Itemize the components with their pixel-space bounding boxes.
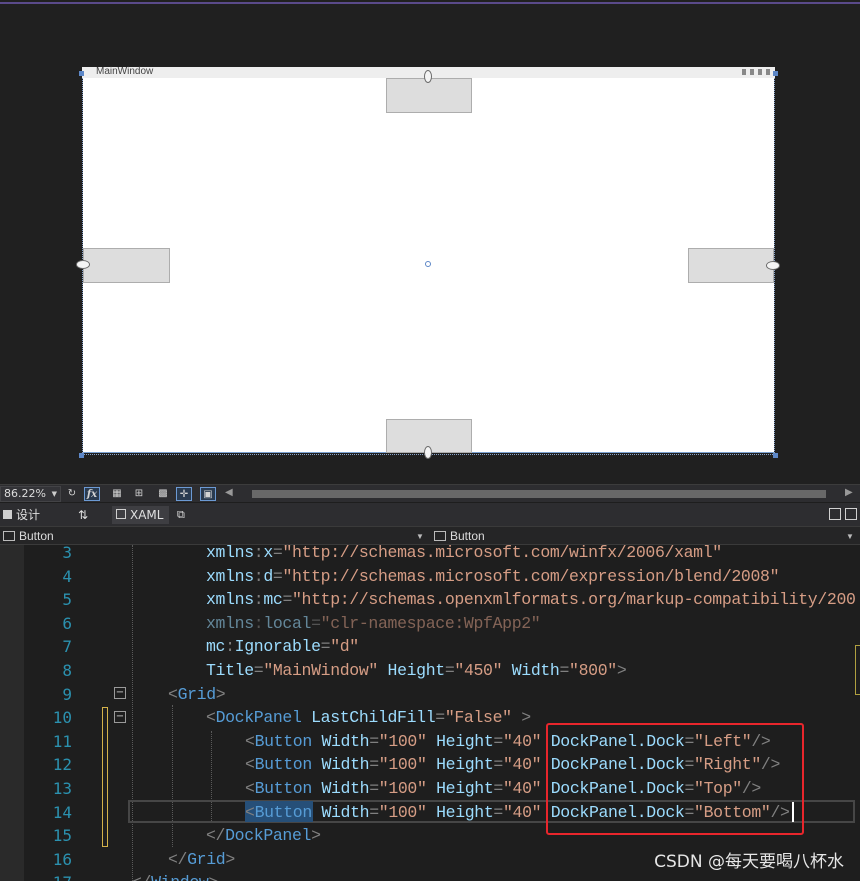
horizontal-scrollbar[interactable] — [252, 490, 826, 498]
line-number: 7 — [62, 637, 72, 657]
right-anchor-icon[interactable] — [766, 261, 780, 270]
tab-xaml-label: XAML — [130, 508, 164, 522]
code-text: mc:Ignorable="d" — [206, 637, 359, 657]
line-number: 12 — [52, 755, 72, 775]
line-number: 6 — [62, 613, 72, 633]
tab-xaml[interactable]: XAML — [112, 506, 170, 524]
refresh-icon[interactable]: ↻ — [64, 487, 80, 501]
code-line: 9 <Grid> — [0, 683, 860, 707]
line-number: 13 — [52, 779, 72, 798]
scroll-left-icon[interactable]: ◀ — [225, 487, 233, 498]
code-text: <Grid> — [168, 684, 226, 704]
zoom-value: 86.22% — [4, 487, 46, 500]
tab-design[interactable]: 设计 — [0, 506, 40, 524]
line-number: 3 — [62, 545, 72, 562]
chevron-down-icon: ▼ — [416, 532, 424, 541]
designer-toolbar: 86.22% ▼ ↻ fx ▦ ⊞ ▩ ✛ ▣ ◀ ▶ — [0, 484, 860, 502]
chevron-down-icon: ▼ — [51, 490, 57, 498]
snap-lines-icon[interactable]: ✛ — [176, 487, 192, 501]
snap-grid-icon[interactable]: ⊞ — [131, 487, 147, 501]
element-type-value: Button — [19, 529, 54, 543]
xaml-element-icon — [434, 531, 446, 541]
line-number: 16 — [52, 849, 72, 869]
line-number: 10 — [52, 708, 72, 728]
line-number: 4 — [62, 566, 72, 586]
vertical-split-icon[interactable] — [829, 508, 841, 520]
line-number: 15 — [52, 826, 72, 846]
window-caption-buttons — [742, 69, 772, 75]
element-member-value: Button — [450, 529, 485, 543]
title-accent-line — [0, 2, 860, 4]
right-button[interactable] — [688, 248, 774, 283]
xaml-icon — [116, 509, 126, 519]
center-marker-icon — [425, 261, 431, 267]
element-member-dropdown[interactable]: Button ▼ — [431, 528, 860, 544]
left-anchor-icon[interactable] — [76, 260, 90, 269]
code-text: </Window> — [132, 871, 218, 881]
scroll-right-icon[interactable]: ▶ — [845, 487, 853, 498]
code-line: 5 xmlns:mc="http://schemas.openxmlformat… — [0, 588, 860, 612]
resize-handle-bottom-left[interactable] — [79, 453, 84, 458]
code-line: 4 xmlns:d="http://schemas.microsoft.com/… — [0, 565, 860, 589]
resize-handle-top-right[interactable] — [773, 71, 778, 76]
watermark: CSDN @每天要喝八杯水 — [654, 852, 844, 872]
code-text: </DockPanel> — [206, 826, 321, 846]
xaml-element-icon — [3, 531, 15, 541]
swap-panes-button[interactable]: ⇅ — [78, 506, 88, 524]
resize-handle-bottom-right[interactable] — [773, 453, 778, 458]
popout-icon[interactable]: ⧉ — [177, 506, 185, 524]
zoom-select[interactable]: 86.22% ▼ — [0, 486, 61, 502]
window-title: MainWindow — [96, 66, 154, 77]
grid-icon[interactable]: ▦ — [109, 487, 125, 501]
line-number: 8 — [62, 661, 72, 680]
chevron-down-icon: ▼ — [846, 532, 854, 541]
project-code-icon[interactable]: ▣ — [200, 487, 216, 501]
code-line: 7 mc:Ignorable="d" — [0, 635, 860, 659]
resize-handle-top-left[interactable] — [79, 71, 84, 76]
line-number: 5 — [62, 590, 72, 610]
checkerboard-icon[interactable]: ▩ — [155, 487, 171, 501]
code-text: xmlns:x="http://schemas.microsoft.com/wi… — [206, 545, 722, 562]
code-line: 6 xmlns:local="clr-namespace:WpfApp2" — [0, 612, 860, 636]
xaml-code-editor[interactable]: − − 3 xmlns:x="http://schemas.microsoft.… — [0, 545, 860, 881]
code-line: 17 </Window> — [0, 871, 860, 881]
left-button[interactable] — [83, 248, 170, 283]
line-number: 11 — [52, 731, 72, 751]
top-anchor-icon[interactable] — [424, 70, 432, 83]
element-type-dropdown[interactable]: Button ▼ — [0, 528, 428, 544]
code-text: xmlns:local="clr-namespace:WpfApp2" — [206, 613, 541, 633]
design-surface[interactable]: MainWindow — [0, 0, 860, 484]
annotation-highlight-box — [546, 723, 804, 835]
bottom-anchor-icon[interactable] — [424, 446, 432, 459]
code-text: xmlns:d="http://schemas.microsoft.com/ex… — [206, 566, 780, 586]
code-text: xmlns:mc="http://schemas.openxmlformats.… — [206, 590, 856, 610]
line-number: 9 — [62, 684, 72, 704]
view-tab-bar: 设计 ⇅ XAML ⧉ — [0, 503, 860, 526]
code-text: </Grid> — [168, 849, 235, 869]
line-number: 17 — [28, 871, 72, 881]
code-text: <DockPanel LastChildFill="False" > — [206, 708, 531, 728]
navigation-bar: Button ▼ Button ▼ — [0, 526, 860, 545]
horizontal-split-icon[interactable] — [845, 508, 857, 520]
design-view-icon — [3, 510, 12, 519]
top-button[interactable] — [386, 78, 472, 113]
code-line: 8 Title="MainWindow" Height="450" Width=… — [0, 659, 860, 683]
vertical-scroll-marker[interactable] — [855, 645, 860, 695]
code-line: 3 xmlns:x="http://schemas.microsoft.com/… — [0, 545, 860, 565]
line-number: 14 — [52, 802, 72, 822]
effects-button[interactable]: fx — [84, 487, 100, 501]
code-text: Title="MainWindow" Height="450" Width="8… — [206, 661, 627, 680]
tab-design-label: 设计 — [16, 508, 41, 522]
